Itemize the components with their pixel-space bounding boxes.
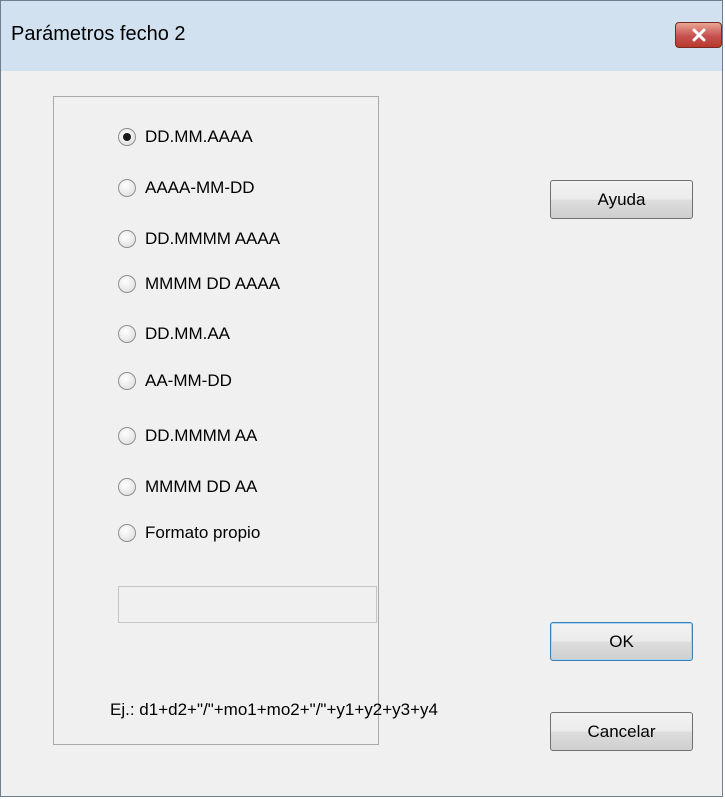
radio-label: Formato propio [145,523,261,542]
radio-format-dd-mmmm-aa[interactable]: DD.MMMM AA [118,422,257,450]
radio-button[interactable] [118,325,136,343]
dialog-title: Parámetros fecho 2 [11,23,186,45]
cancel-button[interactable]: Cancelar [550,712,693,751]
radio-label: DD.MMMM AAAA [145,229,281,248]
radio-format-dd-mm-aaaa[interactable]: DD.MM.AAAA [118,123,253,151]
radio-label: DD.MMMM AA [145,426,258,445]
radio-format-mmmm-dd-aaaa[interactable]: MMMM DD AAAA [118,270,280,298]
radio-button[interactable] [118,179,136,197]
radio-format-mmmm-dd-aa[interactable]: MMMM DD AA [118,473,257,501]
close-icon [692,28,705,42]
radio-label: DD.MM.AA [145,324,230,343]
radio-label: DD.MM.AAAA [145,127,253,146]
radio-button[interactable] [118,230,136,248]
radio-button[interactable] [118,427,136,445]
radio-format-dd-mmmm-aaaa[interactable]: DD.MMMM AAAA [118,225,280,253]
radio-button[interactable] [118,275,136,293]
custom-format-input[interactable] [118,586,377,623]
radio-format-aaaa-mm-dd[interactable]: AAAA-MM-DD [118,174,255,202]
ok-button[interactable]: OK [550,622,693,661]
radio-label: MMMM DD AAAA [145,274,281,293]
radio-format-aa-mm-dd[interactable]: AA-MM-DD [118,367,232,395]
radio-label: AA-MM-DD [145,371,232,390]
radio-button[interactable] [118,128,136,146]
example-format-text: Ej.: d1+d2+"/"+mo1+mo2+"/"+y1+y2+y3+y4 [110,700,438,719]
radio-button[interactable] [118,524,136,542]
close-button[interactable] [675,22,722,48]
radio-label: AAAA-MM-DD [145,178,255,197]
radio-button[interactable] [118,478,136,496]
radio-button[interactable] [118,372,136,390]
radio-format-custom[interactable]: Formato propio [118,519,260,547]
help-button[interactable]: Ayuda [550,180,693,219]
title-bar[interactable]: Parámetros fecho 2 [1,1,722,71]
radio-format-dd-mm-aa[interactable]: DD.MM.AA [118,320,230,348]
radio-label: MMMM DD AA [145,477,258,496]
